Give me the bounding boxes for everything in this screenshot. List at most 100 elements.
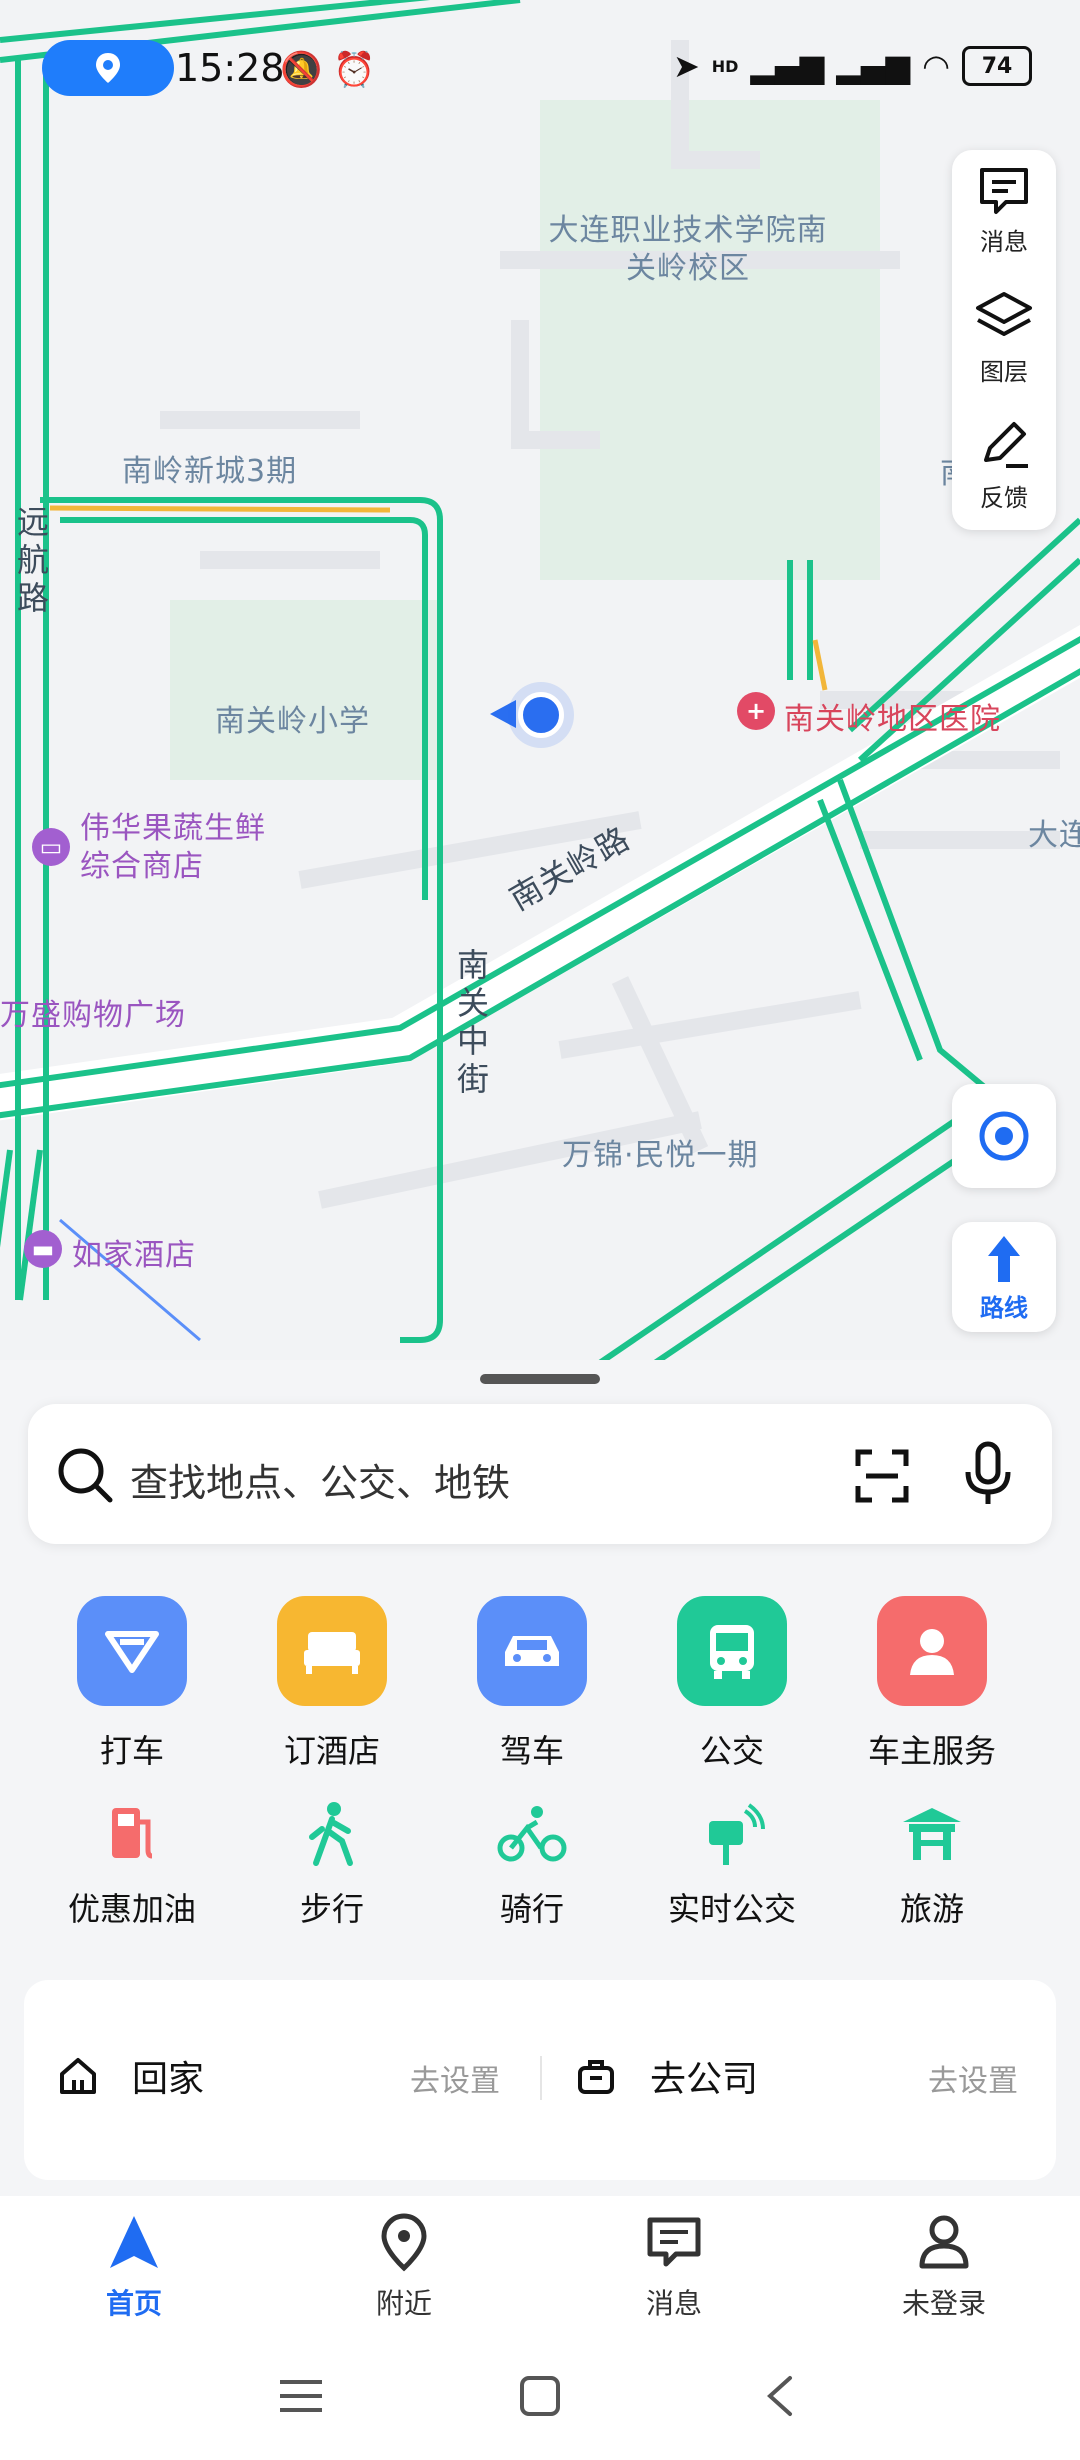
target-icon: [979, 1111, 1029, 1161]
map-label-road-yuanhang: 远航路: [12, 505, 50, 619]
user-service-icon: [877, 1596, 987, 1706]
search-icon: [58, 1448, 113, 1503]
back-icon[interactable]: [760, 2374, 800, 2418]
feedback-tool-label: 反馈: [980, 484, 1028, 512]
hotel-pin-icon[interactable]: ▬: [24, 1230, 62, 1268]
status-bar: 15:28 🔕 ⏰ ➤ HD ▂▄▆ ▂▄▆ ◠ 74: [0, 40, 1080, 96]
notification-icons: 🔕 ⏰: [280, 50, 376, 90]
route-button[interactable]: 路线: [952, 1222, 1056, 1332]
map-label-school[interactable]: 南关岭小学: [215, 696, 370, 740]
fuel-pump-icon: [32, 1796, 232, 1872]
scan-icon[interactable]: [852, 1446, 912, 1506]
car-owner-label: 车主服务: [867, 1732, 996, 1770]
location-indicator: [42, 40, 174, 96]
search-bar[interactable]: 查找地点、公交、地铁: [28, 1404, 1052, 1544]
system-nav-bar: [0, 2336, 1080, 2460]
realtime-bus-service-button[interactable]: 实时公交: [632, 1796, 832, 1930]
travel-label: 旅游: [899, 1890, 964, 1928]
alarm-icon: ⏰: [333, 50, 376, 90]
go-work-button[interactable]: 去公司: [650, 2050, 758, 2102]
tab-messages[interactable]: 消息: [574, 2212, 774, 2322]
message-tool-label: 消息: [980, 228, 1028, 256]
map-label-store[interactable]: 伟华果蔬生鲜综合商店: [80, 810, 270, 886]
location-pin-icon: [96, 53, 120, 83]
clock: 15:28: [175, 46, 285, 90]
bicycle-icon: [432, 1796, 632, 1872]
drive-service-button[interactable]: 驾车: [432, 1596, 632, 1772]
map-view[interactable]: 大连职业技术学院南关岭校区 南岭新城3期 远航路 南关岭小学 + 南关岭地区医院…: [0, 0, 1080, 1400]
microphone-icon[interactable]: [958, 1440, 1018, 1510]
home-set-link[interactable]: 去设置: [410, 2056, 500, 2100]
current-location-marker: [518, 692, 564, 738]
tab-profile[interactable]: 未登录: [844, 2212, 1044, 2322]
walk-label: 步行: [299, 1890, 364, 1928]
message-icon: [980, 168, 1028, 214]
fuel-label: 优惠加油: [67, 1890, 196, 1928]
locate-me-button[interactable]: [952, 1084, 1056, 1188]
map-label-right-edge: 大连: [1028, 818, 1080, 853]
signal-icon: ▂▄▆: [750, 47, 825, 85]
home-work-card: 回家 去设置 去公司 去设置: [24, 1980, 1056, 2180]
bottom-sheet: 查找地点、公交、地铁 打车 订酒店 驾车 公交 车主服务 优惠加油 步行 骑行 …: [0, 1360, 1080, 2460]
bus-service-button[interactable]: 公交: [632, 1596, 832, 1772]
feedback-tool-button[interactable]: 反馈: [952, 402, 1056, 522]
heading-arrow-icon: [490, 700, 516, 728]
taxi-service-button[interactable]: 打车: [32, 1596, 232, 1772]
hospital-pin-icon[interactable]: +: [737, 692, 775, 730]
realtime-bus-label: 实时公交: [667, 1890, 796, 1928]
search-input[interactable]: 查找地点、公交、地铁: [130, 1452, 510, 1507]
car-owner-service-button[interactable]: 车主服务: [832, 1596, 1032, 1772]
map-label-college[interactable]: 大连职业技术学院南关岭校区: [548, 212, 828, 288]
map-label-mall[interactable]: 万盛购物广场: [0, 990, 186, 1034]
message-tool-button[interactable]: 消息: [952, 150, 1056, 270]
route-label: 路线: [980, 1294, 1028, 1322]
bus-label: 公交: [699, 1732, 764, 1770]
signal2-icon: ▂▄▆: [836, 47, 911, 85]
bottom-tab-bar: 首页 附近 消息 未登录: [0, 2196, 1080, 2336]
tab-messages-label: 消息: [645, 2287, 702, 2320]
status-right-group: ➤ HD ▂▄▆ ▂▄▆ ◠ 74: [673, 46, 1032, 86]
go-home-button[interactable]: 回家: [132, 2050, 204, 2102]
tab-nearby-label: 附近: [375, 2287, 432, 2320]
walking-person-icon: [232, 1796, 432, 1872]
tab-profile-label: 未登录: [901, 2287, 986, 2320]
hotel-service-button[interactable]: 订酒店: [232, 1596, 432, 1772]
tab-home-label: 首页: [105, 2287, 162, 2320]
layers-tool-button[interactable]: 图层: [952, 276, 1056, 396]
fuel-service-button[interactable]: 优惠加油: [32, 1796, 232, 1930]
briefcase-icon: [578, 2060, 614, 2094]
menu-icon[interactable]: [276, 2376, 326, 2416]
taxi-label: 打车: [99, 1732, 164, 1770]
map-label-hotel[interactable]: 如家酒店: [72, 1230, 196, 1274]
battery-level: 74: [981, 53, 1013, 79]
hotel-label: 订酒店: [283, 1732, 380, 1770]
home-icon: [60, 2058, 96, 2094]
map-label-community1[interactable]: 南岭新城3期: [122, 446, 297, 490]
map-label-community2[interactable]: 万锦·民悦一期: [562, 1130, 759, 1174]
wifi-icon: ◠: [922, 47, 950, 85]
bike-service-button[interactable]: 骑行: [432, 1796, 632, 1930]
car-icon: [477, 1596, 587, 1706]
bed-icon: [277, 1596, 387, 1706]
tab-nearby[interactable]: 附近: [304, 2212, 504, 2322]
shortcut-divider: [540, 2056, 542, 2100]
walk-service-button[interactable]: 步行: [232, 1796, 432, 1930]
sheet-drag-handle[interactable]: [480, 1374, 600, 1384]
travel-service-button[interactable]: 旅游: [832, 1796, 1032, 1930]
work-set-link[interactable]: 去设置: [928, 2056, 1018, 2100]
layers-tool-label: 图层: [980, 358, 1028, 386]
map-tool-panel: 消息 图层 反馈: [952, 150, 1056, 530]
navigation-icon: ➤: [672, 47, 700, 85]
taxi-icon: [77, 1596, 187, 1706]
mute-icon: 🔕: [280, 50, 323, 90]
network-type: HD: [711, 56, 739, 76]
home-nav-icon[interactable]: [518, 2374, 562, 2418]
pavilion-icon: [832, 1796, 1032, 1872]
bus-icon: [677, 1596, 787, 1706]
navigation-arrow-icon: [110, 2216, 158, 2268]
nearby-pin-icon: [381, 2213, 427, 2272]
tab-home[interactable]: 首页: [34, 2212, 234, 2322]
map-label-street-zhongjie: 南关中街: [452, 948, 490, 1100]
store-pin-icon[interactable]: ▭: [32, 828, 70, 866]
map-label-hospital[interactable]: 南关岭地区医院: [784, 694, 1001, 738]
